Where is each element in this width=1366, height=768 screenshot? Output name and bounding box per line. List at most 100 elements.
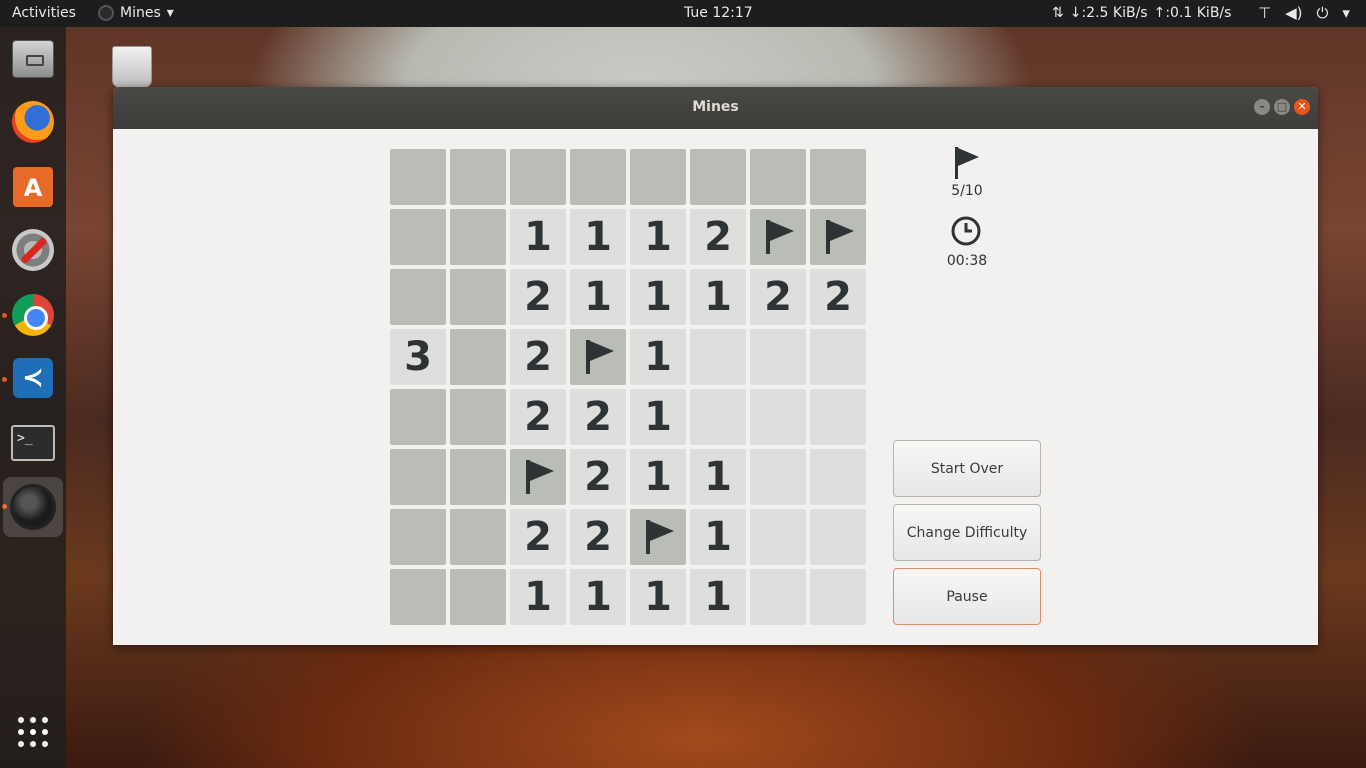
pause-button[interactable]: Pause bbox=[893, 568, 1041, 625]
number-cell[interactable]: 1 bbox=[630, 389, 686, 445]
elapsed-time: 00:38 bbox=[946, 253, 988, 269]
flagged-cell[interactable] bbox=[630, 509, 686, 565]
covered-cell[interactable] bbox=[450, 149, 506, 205]
number-cell[interactable]: 1 bbox=[570, 569, 626, 625]
revealed-cell[interactable] bbox=[750, 329, 806, 385]
number-cell[interactable]: 2 bbox=[570, 389, 626, 445]
number-cell[interactable]: 1 bbox=[690, 569, 746, 625]
revealed-cell[interactable] bbox=[690, 329, 746, 385]
cell-number: 2 bbox=[824, 274, 852, 320]
network-speed[interactable]: ⇅ ↓:2.5 KiB/s ↑:0.1 KiB/s bbox=[1052, 5, 1231, 21]
number-cell[interactable]: 2 bbox=[810, 269, 866, 325]
app-menu[interactable]: Mines ▾ bbox=[98, 5, 174, 21]
dock-terminal[interactable]: >_ bbox=[9, 419, 57, 467]
covered-cell[interactable] bbox=[630, 149, 686, 205]
covered-cell[interactable] bbox=[450, 389, 506, 445]
covered-cell[interactable] bbox=[570, 149, 626, 205]
covered-cell[interactable] bbox=[450, 209, 506, 265]
covered-cell[interactable] bbox=[450, 449, 506, 505]
network-icon: ⊤ bbox=[1258, 4, 1272, 22]
dock-chrome[interactable] bbox=[9, 291, 57, 339]
terminal-icon: >_ bbox=[11, 425, 55, 461]
change-difficulty-button[interactable]: Change Difficulty bbox=[893, 504, 1041, 561]
number-cell[interactable]: 1 bbox=[630, 329, 686, 385]
number-cell[interactable]: 1 bbox=[630, 269, 686, 325]
cell-number: 1 bbox=[704, 514, 732, 560]
revealed-cell[interactable] bbox=[810, 389, 866, 445]
covered-cell[interactable] bbox=[450, 509, 506, 565]
chevron-down-icon: ▾ bbox=[1342, 4, 1350, 22]
revealed-cell[interactable] bbox=[750, 449, 806, 505]
maximize-button[interactable]: □ bbox=[1274, 99, 1290, 115]
covered-cell[interactable] bbox=[390, 149, 446, 205]
covered-cell[interactable] bbox=[450, 569, 506, 625]
covered-cell[interactable] bbox=[690, 149, 746, 205]
title-bar[interactable]: Mines – □ ✕ bbox=[113, 87, 1318, 129]
number-cell[interactable]: 1 bbox=[630, 449, 686, 505]
clock[interactable]: Tue 12:17 bbox=[684, 5, 753, 21]
flagged-cell[interactable] bbox=[750, 209, 806, 265]
cell-number: 1 bbox=[704, 574, 732, 620]
cell-number: 1 bbox=[584, 274, 612, 320]
number-cell[interactable]: 1 bbox=[630, 569, 686, 625]
covered-cell[interactable] bbox=[390, 509, 446, 565]
flag-icon bbox=[955, 147, 979, 179]
dock-mines[interactable] bbox=[3, 477, 63, 537]
system-tray[interactable]: ⊤ ◀) ⏻ ▾ bbox=[1258, 4, 1350, 22]
vscode-icon: ≺ bbox=[13, 358, 53, 398]
dock-software-store[interactable]: A bbox=[9, 163, 57, 211]
number-cell[interactable]: 2 bbox=[750, 269, 806, 325]
number-cell[interactable]: 2 bbox=[510, 269, 566, 325]
covered-cell[interactable] bbox=[390, 569, 446, 625]
revealed-cell[interactable] bbox=[810, 329, 866, 385]
minimize-button[interactable]: – bbox=[1254, 99, 1270, 115]
revealed-cell[interactable] bbox=[690, 389, 746, 445]
revealed-cell[interactable] bbox=[810, 569, 866, 625]
trash-icon[interactable] bbox=[112, 46, 152, 88]
covered-cell[interactable] bbox=[390, 269, 446, 325]
flag-icon bbox=[526, 460, 554, 494]
covered-cell[interactable] bbox=[390, 209, 446, 265]
number-cell[interactable]: 2 bbox=[510, 389, 566, 445]
flagged-cell[interactable] bbox=[570, 329, 626, 385]
revealed-cell[interactable] bbox=[810, 509, 866, 565]
number-cell[interactable]: 2 bbox=[570, 509, 626, 565]
number-cell[interactable]: 2 bbox=[570, 449, 626, 505]
number-cell[interactable]: 1 bbox=[510, 569, 566, 625]
covered-cell[interactable] bbox=[510, 149, 566, 205]
start-over-button[interactable]: Start Over bbox=[893, 440, 1041, 497]
number-cell[interactable]: 1 bbox=[570, 209, 626, 265]
revealed-cell[interactable] bbox=[750, 389, 806, 445]
number-cell[interactable]: 2 bbox=[690, 209, 746, 265]
number-cell[interactable]: 2 bbox=[510, 329, 566, 385]
flagged-cell[interactable] bbox=[810, 209, 866, 265]
covered-cell[interactable] bbox=[750, 149, 806, 205]
upload-speed: ↑:0.1 KiB/s bbox=[1153, 5, 1232, 21]
revealed-cell[interactable] bbox=[750, 509, 806, 565]
number-cell[interactable]: 3 bbox=[390, 329, 446, 385]
show-applications-button[interactable] bbox=[9, 708, 57, 756]
covered-cell[interactable] bbox=[390, 389, 446, 445]
covered-cell[interactable] bbox=[810, 149, 866, 205]
dock-settings[interactable] bbox=[9, 226, 57, 274]
number-cell[interactable]: 1 bbox=[510, 209, 566, 265]
number-cell[interactable]: 1 bbox=[690, 449, 746, 505]
flag-icon bbox=[586, 340, 614, 374]
number-cell[interactable]: 1 bbox=[690, 509, 746, 565]
covered-cell[interactable] bbox=[390, 449, 446, 505]
number-cell[interactable]: 1 bbox=[570, 269, 626, 325]
number-cell[interactable]: 1 bbox=[630, 209, 686, 265]
covered-cell[interactable] bbox=[450, 269, 506, 325]
revealed-cell[interactable] bbox=[750, 569, 806, 625]
dock-firefox[interactable] bbox=[9, 98, 57, 146]
activities-button[interactable]: Activities bbox=[12, 5, 76, 21]
revealed-cell[interactable] bbox=[810, 449, 866, 505]
cell-number: 1 bbox=[644, 394, 672, 440]
dock-files[interactable] bbox=[9, 35, 57, 83]
number-cell[interactable]: 1 bbox=[690, 269, 746, 325]
covered-cell[interactable] bbox=[450, 329, 506, 385]
close-button[interactable]: ✕ bbox=[1294, 99, 1310, 115]
number-cell[interactable]: 2 bbox=[510, 509, 566, 565]
flagged-cell[interactable] bbox=[510, 449, 566, 505]
dock-vscode[interactable]: ≺ bbox=[9, 354, 57, 402]
